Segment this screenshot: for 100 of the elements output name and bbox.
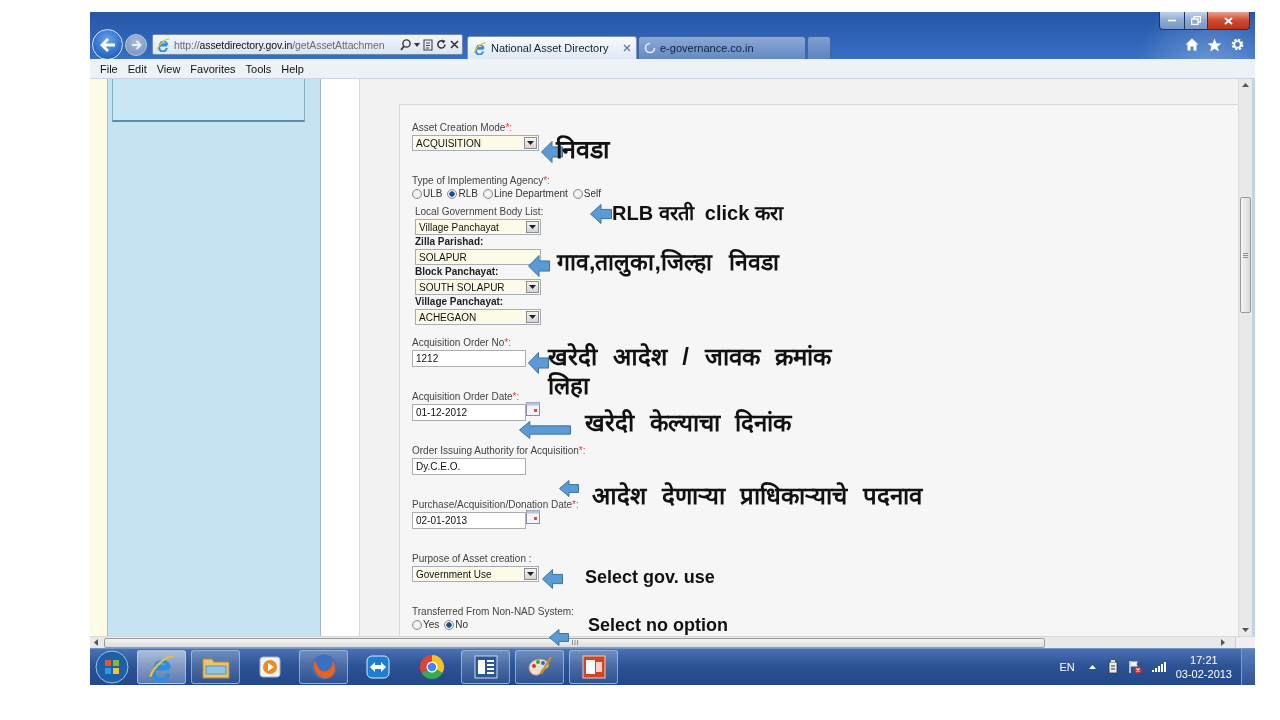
- radio-label[interactable]: No: [455, 619, 469, 630]
- menu-item[interactable]: File: [96, 62, 122, 75]
- dropdown-button[interactable]: [526, 311, 539, 323]
- flag-error-icon[interactable]: [1127, 660, 1142, 674]
- caret-down-icon[interactable]: [414, 42, 420, 47]
- field-label: Acquisition Order No*:: [412, 337, 511, 349]
- annotation-text: Select no option: [588, 615, 728, 637]
- caret-up-icon[interactable]: [1088, 665, 1096, 669]
- radio-label[interactable]: Yes: [423, 619, 440, 630]
- clock-time[interactable]: 17:21: [1190, 653, 1218, 667]
- radio-button[interactable]: [412, 188, 422, 199]
- taskbar-button[interactable]: [461, 650, 510, 684]
- field-label: Purchase/Acquisition/Donation Date*:: [412, 499, 579, 511]
- taskbar-button[interactable]: [515, 650, 564, 684]
- scroll-thumb[interactable]: [1240, 197, 1251, 313]
- field-label: Asset Creation Mode*:: [412, 122, 513, 134]
- text-field[interactable]: 1212: [412, 350, 526, 367]
- left-arrow-icon: [590, 204, 612, 224]
- radio-label[interactable]: Line Department: [493, 188, 568, 199]
- grip-icon: [571, 640, 578, 645]
- caret-down-icon[interactable]: [1242, 628, 1249, 632]
- search-icon[interactable]: [400, 38, 411, 51]
- browser-tab[interactable]: National Asset Directory: [467, 36, 637, 59]
- annotation-text: RLB वरती click करा: [612, 201, 783, 225]
- play-icon: [258, 656, 281, 678]
- field-label: Type of Implementing Agency*:: [412, 175, 550, 187]
- caret-up-icon[interactable]: [1242, 83, 1249, 87]
- radio-label[interactable]: Self: [583, 188, 602, 199]
- taskbar-button[interactable]: [569, 650, 618, 684]
- menu-item[interactable]: Favorites: [186, 62, 240, 75]
- radio-button[interactable]: [447, 188, 458, 199]
- left-arrow-icon: [549, 629, 569, 646]
- slide-icon: [581, 655, 606, 679]
- menu-item[interactable]: Edit: [123, 62, 151, 75]
- select-field[interactable]: ACHEGAON: [415, 309, 541, 325]
- home-icon[interactable]: [1185, 38, 1199, 51]
- select-field[interactable]: ACQUISITION: [412, 135, 539, 151]
- field-label: Acquisition Order Date*:: [412, 391, 520, 403]
- url-field[interactable]: http://assetdirectory.gov.in/getAssetAttachmen: [174, 38, 385, 51]
- field-label: Village Panchayat:: [415, 296, 504, 308]
- e-logo-icon: [147, 653, 176, 681]
- text-field[interactable]: Dy.C.E.O.: [412, 458, 526, 475]
- right-arrow-icon: [130, 39, 142, 50]
- select-field[interactable]: SOLAPUR: [415, 249, 541, 265]
- radio-button[interactable]: [444, 619, 455, 630]
- date-field[interactable]: 02-01-2013: [412, 512, 526, 529]
- show-desktop-button[interactable]: [1241, 649, 1255, 685]
- select-field[interactable]: SOUTH SOLAPUR: [415, 279, 541, 295]
- radio-button[interactable]: [482, 188, 493, 199]
- dropdown-button[interactable]: [524, 137, 537, 149]
- taskbar-button[interactable]: [191, 650, 240, 684]
- grip-icon: [1243, 252, 1248, 258]
- caret-left-icon[interactable]: [94, 639, 98, 646]
- field-label: Zilla Parishad:: [415, 236, 484, 248]
- select-field[interactable]: Government Use: [412, 566, 539, 582]
- fox-globe-icon: [309, 653, 338, 681]
- battery-plug-icon[interactable]: [1107, 660, 1118, 674]
- start-orb-icon: [95, 650, 129, 684]
- scroll-thumb[interactable]: [104, 637, 1045, 648]
- star-icon[interactable]: [1207, 37, 1222, 52]
- browser-tab[interactable]: e-governance.co.in: [638, 36, 806, 59]
- refresh-icon[interactable]: [436, 39, 447, 50]
- select-field[interactable]: Village Panchayat: [415, 219, 541, 235]
- close-icon: [1224, 16, 1233, 25]
- left-arrow-icon: [99, 37, 116, 52]
- restore-icon: [1191, 16, 1201, 25]
- back-button[interactable]: [92, 29, 123, 60]
- close-icon[interactable]: [450, 40, 459, 49]
- calendar-icon[interactable]: [526, 402, 540, 416]
- start-button[interactable]: [92, 649, 132, 685]
- e-logo-icon: [156, 37, 171, 52]
- minimize-icon: [1167, 19, 1177, 22]
- dropdown-button[interactable]: [526, 221, 539, 233]
- dropdown-button[interactable]: [526, 281, 539, 293]
- restore-button[interactable]: [1184, 12, 1208, 30]
- annotation-text: खरेदी केल्याचा दिनांक: [585, 409, 792, 438]
- menu-item[interactable]: Help: [277, 62, 308, 75]
- menu-item[interactable]: Tools: [241, 62, 276, 75]
- date-field[interactable]: 01-12-2012: [412, 404, 526, 421]
- menu-item[interactable]: View: [152, 62, 185, 75]
- radio-button[interactable]: [412, 619, 422, 630]
- left-arrow-icon: [542, 569, 563, 589]
- folder-icon: [201, 655, 230, 679]
- clock-date[interactable]: 03-02-2013: [1175, 667, 1232, 681]
- signal-bars-icon[interactable]: [1151, 662, 1166, 672]
- page-icon[interactable]: [423, 38, 433, 51]
- left-arrow-icon: [528, 255, 550, 277]
- radio-label[interactable]: RLB: [458, 188, 478, 199]
- dropdown-button[interactable]: [524, 568, 537, 580]
- caret-right-icon[interactable]: [1221, 639, 1225, 646]
- language-indicator[interactable]: EN: [1059, 661, 1075, 673]
- settings-icon[interactable]: [1230, 37, 1245, 52]
- tricolor-ring-icon: [418, 654, 445, 680]
- caret-down-icon: [529, 315, 536, 319]
- calendar-icon[interactable]: [526, 510, 540, 524]
- minimize-button[interactable]: [1159, 12, 1185, 30]
- close-button[interactable]: [1207, 12, 1250, 30]
- radio-label[interactable]: ULB: [423, 188, 443, 199]
- radio-button[interactable]: [572, 188, 583, 199]
- forward-button[interactable]: [125, 33, 147, 56]
